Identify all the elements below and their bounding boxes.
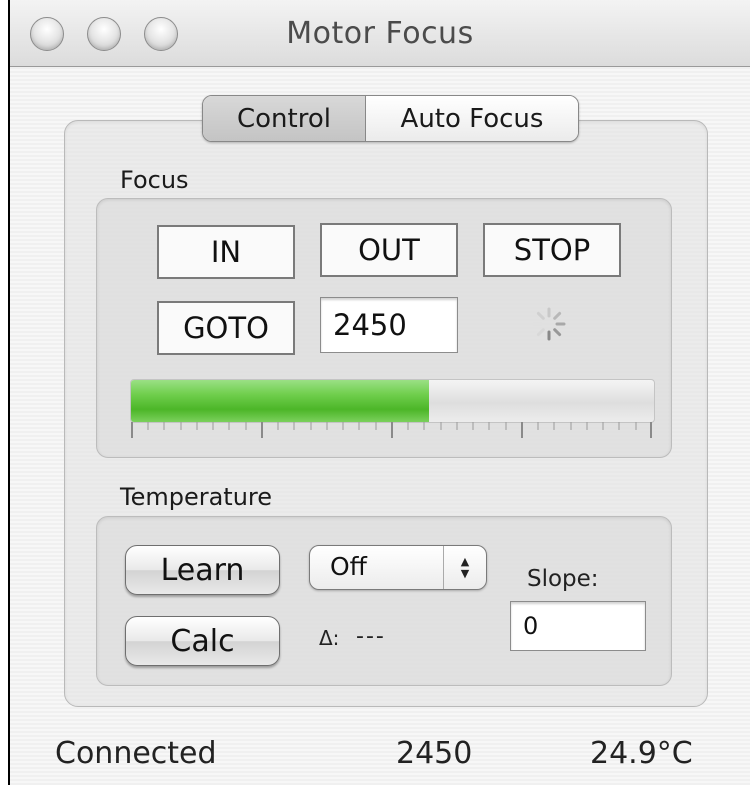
slope-label: Slope: bbox=[527, 566, 599, 592]
focus-stop-button[interactable]: STOP bbox=[483, 223, 621, 277]
focus-out-button[interactable]: OUT bbox=[320, 223, 458, 277]
tab-selector: Control Auto Focus bbox=[202, 95, 579, 142]
slope-field[interactable]: 0 bbox=[510, 601, 646, 651]
goto-button[interactable]: GOTO bbox=[157, 301, 295, 355]
motor-focus-window: Motor Focus Control Auto Focus Focus IN … bbox=[8, 0, 750, 785]
temperature-readout: 24.9°C bbox=[590, 736, 693, 771]
progress-spinner-icon bbox=[532, 307, 566, 341]
temperature-mode-value: Off bbox=[330, 552, 367, 581]
goto-position-field[interactable]: 2450 bbox=[320, 297, 458, 353]
focus-section-label: Focus bbox=[120, 166, 189, 194]
title-bar: Motor Focus bbox=[10, 0, 750, 67]
focus-position-fill bbox=[131, 380, 430, 422]
tab-control[interactable]: Control bbox=[203, 96, 366, 141]
window-title: Motor Focus bbox=[286, 16, 474, 51]
delta-value: --- bbox=[356, 624, 386, 649]
temperature-section-label: Temperature bbox=[120, 483, 273, 511]
delta-label: Δ: bbox=[319, 626, 340, 650]
focus-in-button[interactable]: IN bbox=[157, 225, 295, 279]
focus-position-bar bbox=[130, 379, 655, 423]
select-arrows-icon: ▲ ▼ bbox=[443, 546, 486, 589]
temperature-mode-select[interactable]: Off ▲ ▼ bbox=[309, 545, 487, 590]
connection-status: Connected bbox=[55, 736, 217, 771]
current-position-readout: 2450 bbox=[396, 736, 473, 771]
learn-button[interactable]: Learn bbox=[125, 545, 280, 595]
focus-scale-ticks bbox=[131, 422, 652, 438]
calc-button[interactable]: Calc bbox=[125, 616, 280, 666]
tab-auto-focus[interactable]: Auto Focus bbox=[366, 96, 578, 141]
